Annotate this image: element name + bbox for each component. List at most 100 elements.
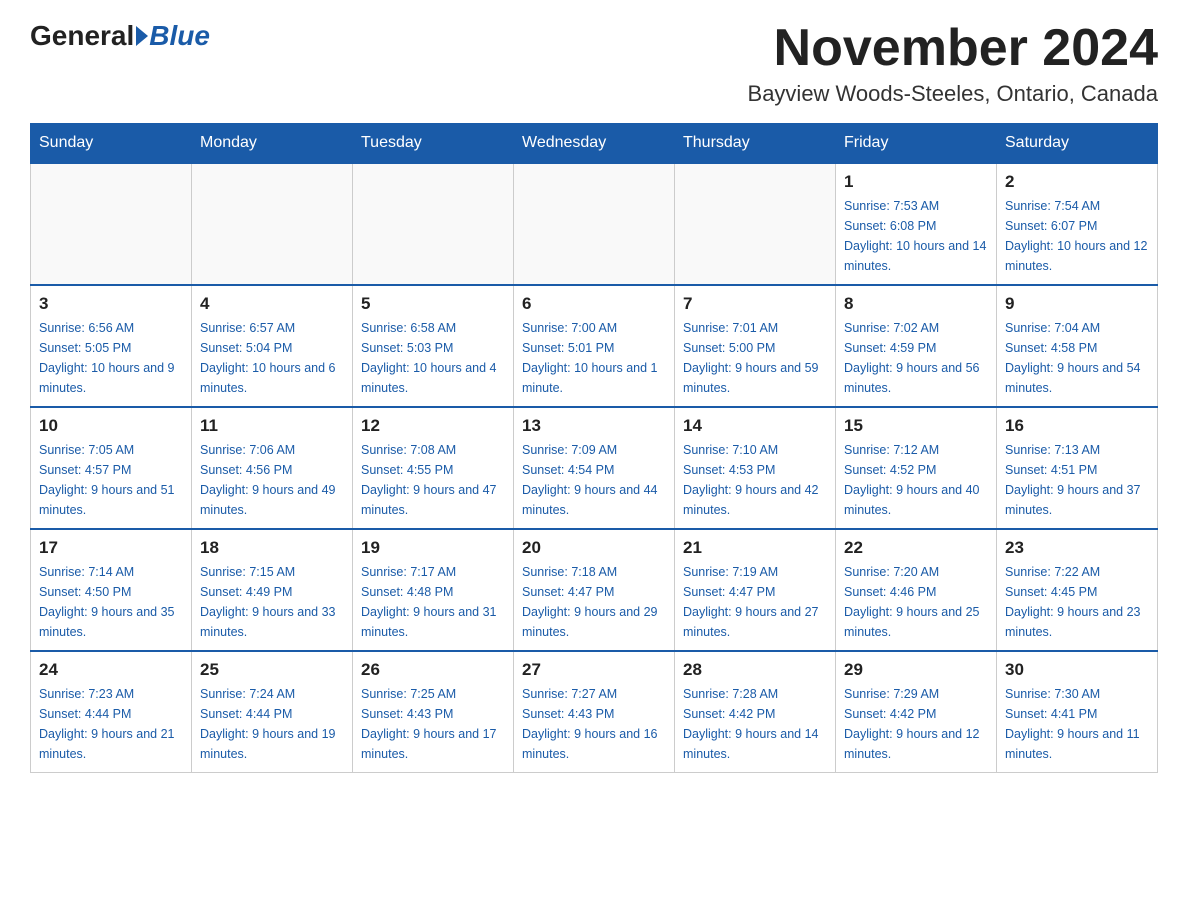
day-number: 12 [361, 416, 505, 436]
calendar-cell: 5Sunrise: 6:58 AMSunset: 5:03 PMDaylight… [353, 285, 514, 407]
header-monday: Monday [192, 124, 353, 164]
logo-arrow-icon [136, 26, 148, 46]
day-number: 3 [39, 294, 183, 314]
day-number: 1 [844, 172, 988, 192]
day-number: 7 [683, 294, 827, 314]
day-number: 19 [361, 538, 505, 558]
day-number: 29 [844, 660, 988, 680]
sun-info: Sunrise: 7:17 AMSunset: 4:48 PMDaylight:… [361, 562, 505, 642]
day-number: 22 [844, 538, 988, 558]
sun-info: Sunrise: 7:15 AMSunset: 4:49 PMDaylight:… [200, 562, 344, 642]
day-number: 18 [200, 538, 344, 558]
day-number: 20 [522, 538, 666, 558]
calendar-cell: 30 Sunrise: 7:30 AMSunset: 4:41 PMDayligh… [997, 651, 1158, 773]
day-number: 13 [522, 416, 666, 436]
day-number: 26 [361, 660, 505, 680]
header-wednesday: Wednesday [514, 124, 675, 164]
calendar-cell: 14Sunrise: 7:10 AMSunset: 4:53 PMDayligh… [675, 407, 836, 529]
calendar-cell: 22Sunrise: 7:20 AMSunset: 4:46 PMDayligh… [836, 529, 997, 651]
sun-info: Sunrise: 7:23 AMSunset: 4:44 PMDaylight:… [39, 684, 183, 764]
calendar-cell: 28 Sunrise: 7:28 AMSunset: 4:42 PMDayligh… [675, 651, 836, 773]
calendar-cell: 17Sunrise: 7:14 AMSunset: 4:50 PMDayligh… [31, 529, 192, 651]
calendar-cell: 1 Sunrise: 7:53 AMSunset: 6:08 PMDaylight… [836, 163, 997, 285]
calendar-cell: 15 Sunrise: 7:12 AMSunset: 4:52 PMDayligh… [836, 407, 997, 529]
calendar-cell: 8 Sunrise: 7:02 AMSunset: 4:59 PMDaylight… [836, 285, 997, 407]
logo-blue-text: Blue [149, 20, 210, 52]
calendar-cell [353, 163, 514, 285]
sun-info: Sunrise: 7:19 AMSunset: 4:47 PMDaylight:… [683, 562, 827, 642]
sun-info: Sunrise: 7:18 AMSunset: 4:47 PMDaylight:… [522, 562, 666, 642]
header-thursday: Thursday [675, 124, 836, 164]
sun-info: Sunrise: 6:57 AMSunset: 5:04 PMDaylight:… [200, 318, 344, 398]
sun-info: Sunrise: 7:13 AMSunset: 4:51 PMDaylight:… [1005, 440, 1149, 520]
calendar-cell: 3 Sunrise: 6:56 AMSunset: 5:05 PMDaylight… [31, 285, 192, 407]
day-number: 4 [200, 294, 344, 314]
sun-info: Sunrise: 7:06 AMSunset: 4:56 PMDaylight:… [200, 440, 344, 520]
sun-info: Sunrise: 7:12 AMSunset: 4:52 PMDaylight:… [844, 440, 988, 520]
sun-info: Sunrise: 7:00 AMSunset: 5:01 PMDaylight:… [522, 318, 666, 398]
day-number: 5 [361, 294, 505, 314]
calendar-cell: 7 Sunrise: 7:01 AMSunset: 5:00 PMDaylight… [675, 285, 836, 407]
sun-info: Sunrise: 7:09 AMSunset: 4:54 PMDaylight:… [522, 440, 666, 520]
calendar-table: Sunday Monday Tuesday Wednesday Thursday… [30, 123, 1158, 773]
calendar-cell: 6 Sunrise: 7:00 AMSunset: 5:01 PMDaylight… [514, 285, 675, 407]
sun-info: Sunrise: 7:28 AMSunset: 4:42 PMDaylight:… [683, 684, 827, 764]
calendar-cell: 23Sunrise: 7:22 AMSunset: 4:45 PMDayligh… [997, 529, 1158, 651]
sun-info: Sunrise: 7:53 AMSunset: 6:08 PMDaylight:… [844, 196, 988, 276]
day-number: 9 [1005, 294, 1149, 314]
calendar-cell: 25 Sunrise: 7:24 AMSunset: 4:44 PMDayligh… [192, 651, 353, 773]
sun-info: Sunrise: 7:10 AMSunset: 4:53 PMDaylight:… [683, 440, 827, 520]
sun-info: Sunrise: 7:30 AMSunset: 4:41 PMDaylight:… [1005, 684, 1149, 764]
week-row-2: 3 Sunrise: 6:56 AMSunset: 5:05 PMDaylight… [31, 285, 1158, 407]
sun-info: Sunrise: 7:54 AMSunset: 6:07 PMDaylight:… [1005, 196, 1149, 276]
day-number: 30 [1005, 660, 1149, 680]
calendar-cell: 26Sunrise: 7:25 AMSunset: 4:43 PMDayligh… [353, 651, 514, 773]
sun-info: Sunrise: 7:01 AMSunset: 5:00 PMDaylight:… [683, 318, 827, 398]
sun-info: Sunrise: 7:29 AMSunset: 4:42 PMDaylight:… [844, 684, 988, 764]
day-number: 24 [39, 660, 183, 680]
sun-info: Sunrise: 7:05 AMSunset: 4:57 PMDaylight:… [39, 440, 183, 520]
calendar-cell: 9Sunrise: 7:04 AMSunset: 4:58 PMDaylight… [997, 285, 1158, 407]
calendar-cell: 13 Sunrise: 7:09 AMSunset: 4:54 PMDayligh… [514, 407, 675, 529]
calendar-cell: 19 Sunrise: 7:17 AMSunset: 4:48 PMDayligh… [353, 529, 514, 651]
sun-info: Sunrise: 7:14 AMSunset: 4:50 PMDaylight:… [39, 562, 183, 642]
sun-info: Sunrise: 7:27 AMSunset: 4:43 PMDaylight:… [522, 684, 666, 764]
week-row-4: 17Sunrise: 7:14 AMSunset: 4:50 PMDayligh… [31, 529, 1158, 651]
header-friday: Friday [836, 124, 997, 164]
calendar-cell: 21Sunrise: 7:19 AMSunset: 4:47 PMDayligh… [675, 529, 836, 651]
sun-info: Sunrise: 6:56 AMSunset: 5:05 PMDaylight:… [39, 318, 183, 398]
sun-info: Sunrise: 7:24 AMSunset: 4:44 PMDaylight:… [200, 684, 344, 764]
week-row-5: 24 Sunrise: 7:23 AMSunset: 4:44 PMDayligh… [31, 651, 1158, 773]
header: General Blue November 2024 Bayview Woods… [30, 20, 1158, 107]
week-row-1: 1 Sunrise: 7:53 AMSunset: 6:08 PMDaylight… [31, 163, 1158, 285]
day-number: 15 [844, 416, 988, 436]
calendar-cell: 27 Sunrise: 7:27 AMSunset: 4:43 PMDayligh… [514, 651, 675, 773]
calendar-cell: 10 Sunrise: 7:05 AMSunset: 4:57 PMDayligh… [31, 407, 192, 529]
sun-info: Sunrise: 7:08 AMSunset: 4:55 PMDaylight:… [361, 440, 505, 520]
calendar-cell: 29 Sunrise: 7:29 AMSunset: 4:42 PMDayligh… [836, 651, 997, 773]
location-subtitle: Bayview Woods-Steeles, Ontario, Canada [748, 81, 1158, 107]
calendar-cell: 11Sunrise: 7:06 AMSunset: 4:56 PMDayligh… [192, 407, 353, 529]
calendar-cell [675, 163, 836, 285]
header-saturday: Saturday [997, 124, 1158, 164]
calendar-cell: 24 Sunrise: 7:23 AMSunset: 4:44 PMDayligh… [31, 651, 192, 773]
header-sunday: Sunday [31, 124, 192, 164]
day-number: 28 [683, 660, 827, 680]
page-title: November 2024 [748, 20, 1158, 77]
day-number: 27 [522, 660, 666, 680]
calendar-cell [514, 163, 675, 285]
day-number: 8 [844, 294, 988, 314]
day-number: 6 [522, 294, 666, 314]
calendar-cell [192, 163, 353, 285]
calendar-cell: 18 Sunrise: 7:15 AMSunset: 4:49 PMDayligh… [192, 529, 353, 651]
calendar-cell: 4 Sunrise: 6:57 AMSunset: 5:04 PMDaylight… [192, 285, 353, 407]
calendar-cell: 2 Sunrise: 7:54 AMSunset: 6:07 PMDaylight… [997, 163, 1158, 285]
week-row-3: 10 Sunrise: 7:05 AMSunset: 4:57 PMDayligh… [31, 407, 1158, 529]
day-number: 23 [1005, 538, 1149, 558]
day-number: 16 [1005, 416, 1149, 436]
day-number: 25 [200, 660, 344, 680]
day-number: 2 [1005, 172, 1149, 192]
day-number: 10 [39, 416, 183, 436]
sun-info: Sunrise: 7:02 AMSunset: 4:59 PMDaylight:… [844, 318, 988, 398]
calendar-cell [31, 163, 192, 285]
